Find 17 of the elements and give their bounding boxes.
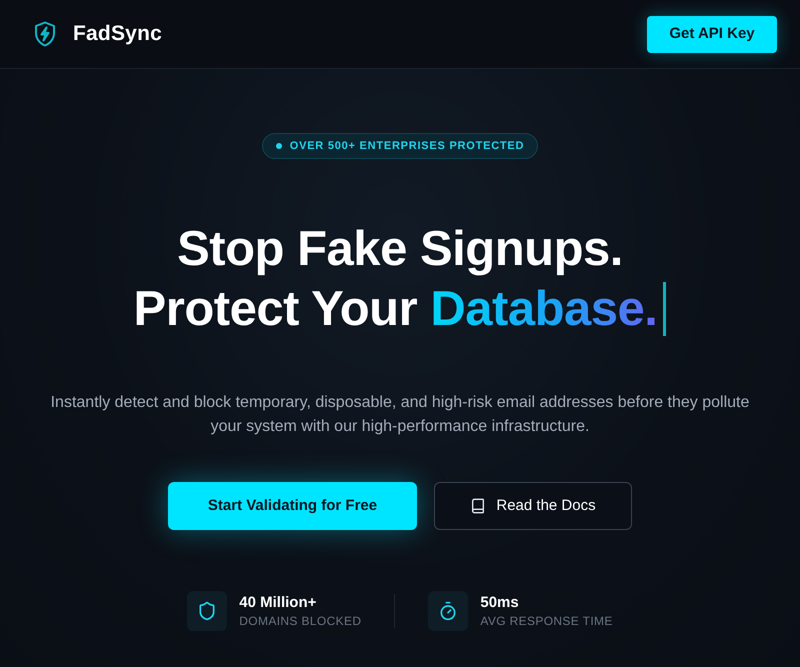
start-validating-button[interactable]: Start Validating for Free xyxy=(168,482,417,530)
hero-description: Instantly detect and block temporary, disposable, and high-risk email addresses before they pollute your system with our high-performance infrastructure. xyxy=(50,393,750,437)
read-docs-button[interactable]: Read the Docs xyxy=(434,482,632,530)
stat-value: 50ms xyxy=(480,593,520,613)
text-cursor xyxy=(663,282,666,336)
stat-value: 40 Million+ xyxy=(239,593,318,613)
brand-name: FadSync xyxy=(73,21,162,48)
badge-text: OVER 500+ ENTERPRISES PROTECTED xyxy=(290,138,524,154)
shield-icon xyxy=(187,591,228,631)
stopwatch-icon xyxy=(428,591,468,631)
book-icon xyxy=(470,498,486,514)
headline: Protect Your Database. xyxy=(134,281,658,338)
shield-bolt-logo-icon xyxy=(34,21,56,47)
headline: Stop Fake Signups. xyxy=(177,221,623,278)
get-api-key-button[interactable]: Get API Key xyxy=(647,16,777,52)
stat-label: DOMAINS BLOCKED xyxy=(239,613,362,629)
stat-label: AVG RESPONSE TIME xyxy=(480,613,613,629)
